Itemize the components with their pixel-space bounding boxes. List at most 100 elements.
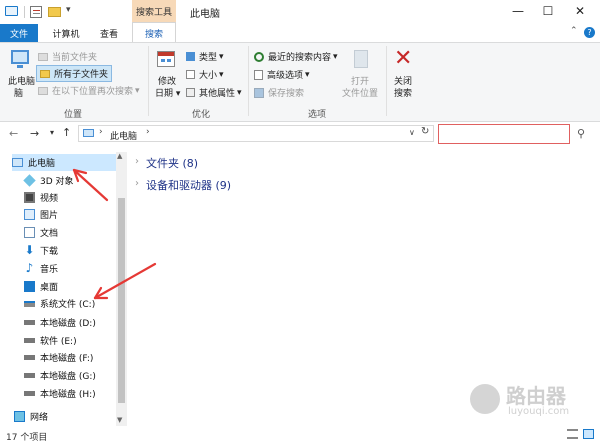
- minimize-button[interactable]: —: [504, 0, 532, 22]
- expand-folders-icon[interactable]: ›: [135, 156, 139, 167]
- properties-icon[interactable]: [30, 6, 42, 18]
- current-folder-button[interactable]: 当前文件夹: [38, 50, 97, 63]
- type-button[interactable]: 类型 ▾: [186, 50, 224, 63]
- search-again-icon: [38, 86, 48, 95]
- arrow-to-this-pc: [72, 168, 109, 202]
- computer-icon: [11, 50, 29, 64]
- recent-searches-button[interactable]: 最近的搜索内容 ▾: [254, 50, 338, 63]
- recent-searches-icon: [254, 51, 264, 62]
- back-button[interactable]: ←: [9, 127, 18, 140]
- advanced-options-button[interactable]: 高级选项 ▾: [254, 68, 310, 81]
- location-group-label: 位置: [63, 110, 82, 120]
- type-label: 类型: [199, 53, 218, 63]
- this-pc-label-2: 脑: [14, 89, 24, 99]
- new-folder-icon[interactable]: [48, 7, 61, 17]
- nav-label: 本地磁盘 (D:): [40, 319, 96, 329]
- up-button[interactable]: ↑: [62, 126, 71, 139]
- nav-item-network[interactable]: 网络: [14, 408, 124, 425]
- tab-search[interactable]: 搜索: [132, 22, 176, 43]
- advanced-options-label: 高级选项: [267, 71, 304, 81]
- computer-stand: [17, 65, 23, 68]
- drive-icon: [24, 338, 35, 343]
- tab-computer[interactable]: 计算机: [46, 24, 86, 42]
- other-properties-label: 其他属性: [199, 89, 236, 99]
- refresh-icon[interactable]: ↻: [421, 126, 429, 137]
- devices-group-header[interactable]: 设备和驱动器 (9): [146, 177, 231, 193]
- context-tab-group-label: 搜索工具: [132, 0, 176, 22]
- group-divider: [386, 46, 387, 116]
- arrow-to-drive-c: [93, 262, 157, 300]
- refine-group-label: 优化: [191, 110, 210, 120]
- other-properties-button[interactable]: 其他属性 ▾: [186, 86, 242, 99]
- group-divider: [148, 46, 149, 116]
- nav-item-drive-g[interactable]: 本地磁盘 (G:): [24, 367, 134, 384]
- divider: [24, 6, 25, 18]
- help-icon[interactable]: ?: [584, 27, 595, 38]
- recent-locations-icon[interactable]: ▾: [50, 128, 54, 137]
- drive-icon: [24, 355, 35, 360]
- large-icons-view-icon[interactable]: [583, 429, 594, 439]
- breadcrumb-separator-icon[interactable]: ›: [99, 127, 103, 137]
- calendar-icon: [157, 51, 175, 67]
- breadcrumb-separator-icon[interactable]: ›: [146, 127, 150, 137]
- folders-group-header[interactable]: 文件夹 (8): [146, 155, 198, 171]
- item-count: 17 个项目: [6, 433, 48, 443]
- search-again-button[interactable]: 在以下位置再次搜索 ▾: [38, 84, 140, 97]
- watermark-url: luyouqi.com: [508, 406, 570, 417]
- size-label: 大小: [199, 71, 218, 81]
- recent-searches-label: 最近的搜索内容: [268, 53, 332, 63]
- expand-devices-icon[interactable]: ›: [135, 178, 139, 189]
- folder-icon: [38, 52, 48, 61]
- search-again-label: 在以下位置再次搜索: [52, 87, 134, 97]
- current-folder-label: 当前文件夹: [52, 53, 98, 63]
- details-view-icon[interactable]: [567, 429, 578, 439]
- all-subfolders-label: 所有子文件夹: [54, 70, 109, 80]
- group-divider: [248, 46, 249, 116]
- open-location-icon: [354, 50, 368, 68]
- status-bar: [0, 426, 600, 444]
- save-search-label: 保存搜索: [268, 89, 305, 99]
- nav-label: 本地磁盘 (F:): [40, 354, 94, 364]
- save-search-button[interactable]: 保存搜索: [254, 86, 304, 99]
- date-label: 日期 ▾: [155, 89, 181, 99]
- all-subfolders-button[interactable]: 所有子文件夹: [36, 65, 113, 82]
- address-computer-icon: [83, 129, 94, 137]
- router-logo-icon: [470, 384, 500, 414]
- tab-file[interactable]: 文件: [0, 24, 38, 42]
- save-icon: [254, 87, 264, 98]
- search-icon[interactable]: ⚲: [577, 127, 585, 140]
- qat-dropdown-icon[interactable]: ▾: [66, 5, 71, 15]
- address-dropdown-icon[interactable]: ∨: [409, 128, 415, 137]
- window-title: 此电脑: [190, 9, 220, 20]
- drive-icon: [24, 373, 35, 378]
- size-icon: [186, 70, 195, 79]
- open-location-label-2: 文件位置: [342, 89, 379, 99]
- nav-item-drive-f[interactable]: 本地磁盘 (F:): [24, 349, 134, 366]
- watermark-brand: 路由器: [506, 384, 566, 408]
- advanced-options-icon: [254, 69, 263, 80]
- nav-label: 网络: [30, 413, 49, 423]
- size-button[interactable]: 大小 ▾: [186, 68, 224, 81]
- close-button[interactable]: ✕: [566, 0, 594, 22]
- breadcrumb-this-pc[interactable]: 此电脑: [110, 129, 137, 142]
- nav-item-drive-h[interactable]: 本地磁盘 (H:): [24, 385, 134, 402]
- nav-item-drive-e[interactable]: 软件 (E:): [24, 332, 134, 349]
- drive-icon: [24, 391, 35, 396]
- search-input[interactable]: [438, 124, 570, 144]
- options-group-label: 选项: [307, 110, 326, 120]
- close-search-label-2: 搜索: [394, 89, 413, 99]
- close-search-icon: ✕: [394, 46, 413, 71]
- maximize-button[interactable]: ☐: [534, 0, 562, 22]
- network-icon: [14, 411, 25, 422]
- ribbon-collapse-icon[interactable]: ⌃: [570, 26, 578, 36]
- tab-view[interactable]: 查看: [92, 24, 126, 42]
- properties-list-icon: [186, 88, 195, 97]
- nav-label: 本地磁盘 (G:): [40, 372, 96, 382]
- nav-label: 软件 (E:): [40, 337, 77, 347]
- subfolders-icon: [40, 69, 50, 78]
- app-icon[interactable]: [5, 6, 18, 16]
- nav-item-drive-d[interactable]: 本地磁盘 (D:): [24, 314, 134, 331]
- drive-icon: [24, 320, 35, 325]
- watermark-logo: 路由器 luyouqi.com: [470, 378, 598, 420]
- forward-button[interactable]: →: [30, 127, 39, 140]
